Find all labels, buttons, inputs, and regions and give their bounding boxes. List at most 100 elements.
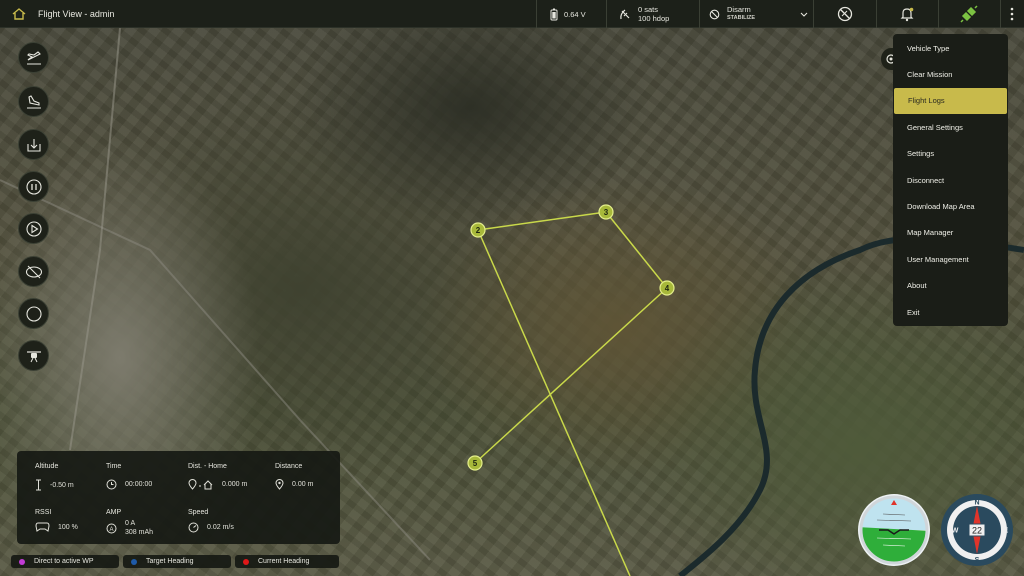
- drone-icon: [26, 350, 41, 362]
- speedometer-icon: [188, 522, 199, 533]
- waypoint-4[interactable]: 4: [659, 280, 675, 296]
- satellite-icon: [620, 9, 630, 19]
- legend-label: Target Heading: [146, 558, 194, 565]
- menu-item-about[interactable]: About: [893, 273, 1008, 299]
- time-value: 00:00:00: [125, 481, 153, 488]
- compass-north: N: [974, 500, 979, 507]
- start-mission-button[interactable]: [18, 213, 49, 244]
- amp-label: AMP: [106, 509, 122, 516]
- flight-mode: STABILIZE: [727, 15, 756, 21]
- altitude-icon: [36, 479, 41, 491]
- menu-item-exit[interactable]: Exit: [893, 299, 1008, 325]
- speed-value: 0.02 m/s: [207, 524, 234, 531]
- altitude-label: Altitude: [35, 463, 59, 470]
- airspace-button[interactable]: [813, 0, 876, 28]
- takeoff-button[interactable]: [18, 42, 49, 73]
- drone-control-button[interactable]: [18, 340, 49, 371]
- artificial-horizon-icon: [858, 494, 930, 566]
- home-button[interactable]: [0, 0, 38, 28]
- kebab-menu-icon: [1010, 7, 1014, 21]
- land-button[interactable]: [18, 86, 49, 117]
- mission-leg: [477, 229, 631, 576]
- dist-home-label: Dist. - Home: [188, 463, 227, 470]
- notifications-button[interactable]: [876, 0, 938, 28]
- menu-item-download-map-area[interactable]: Download Map Area: [893, 193, 1008, 219]
- pause-button[interactable]: [18, 171, 49, 202]
- legend-dot-blue: [131, 558, 137, 565]
- speed-label: Speed: [188, 509, 209, 516]
- dist-home-readout: 0.000 m: [188, 479, 247, 490]
- gps-sats: 0 sats: [638, 5, 659, 14]
- menu-item-clear-mission[interactable]: Clear Mission: [893, 61, 1008, 87]
- waypoint-5[interactable]: 5: [467, 455, 483, 471]
- distance-value: 0.00 m: [292, 481, 314, 488]
- battery-voltage: 0.64 V: [564, 9, 586, 19]
- menu-item-vehicle-type[interactable]: Vehicle Type: [893, 35, 1008, 61]
- menu-item-flight-logs[interactable]: Flight Logs: [894, 87, 1007, 115]
- chevron-down-icon: [800, 12, 808, 17]
- legend-label: Direct to active WP: [34, 558, 94, 565]
- connection-button[interactable]: [938, 0, 1000, 28]
- menu-item-user-management[interactable]: User Management: [893, 246, 1008, 272]
- more-menu-button[interactable]: [1000, 0, 1024, 28]
- rssi-label: RSSI: [35, 509, 52, 516]
- amp-current-value: 0 A: [125, 520, 136, 527]
- attitude-indicator: [857, 493, 931, 567]
- location-pin-icon: [275, 479, 284, 490]
- play-icon: [25, 220, 42, 237]
- rssi-value: 100 %: [58, 523, 78, 531]
- menu-item-map-manager[interactable]: Map Manager: [893, 220, 1008, 246]
- legend-current-heading: Current Heading: [235, 555, 339, 568]
- arm-state: Disarm: [727, 5, 751, 14]
- svg-text:5: 5: [473, 459, 478, 468]
- mission-leg: [605, 211, 668, 289]
- plug-connected-icon: [960, 5, 978, 23]
- menu-item-settings[interactable]: Settings: [893, 141, 1008, 167]
- menu-item-general-settings[interactable]: General Settings: [893, 114, 1008, 140]
- menu-item-disconnect[interactable]: Disconnect: [893, 167, 1008, 193]
- legend-dot-red: [243, 558, 249, 565]
- amp-capacity-value: 308 mAh: [125, 529, 154, 536]
- orbit-button[interactable]: [18, 298, 49, 329]
- time-label: Time: [106, 463, 122, 470]
- divider: [606, 0, 607, 28]
- amp-readout: A 0 A 308 mAh: [106, 519, 153, 537]
- compass-west: W: [952, 528, 959, 535]
- rtl-icon: [26, 138, 41, 152]
- compass-south: S: [975, 557, 980, 564]
- disarm-icon: [709, 9, 720, 19]
- pause-icon: [25, 178, 42, 195]
- legend-label: Current Heading: [258, 558, 310, 565]
- altitude-readout: -0.50 m: [35, 479, 74, 491]
- altitude-value: -0.50 m: [50, 481, 74, 489]
- compass-east: E: [1004, 528, 1009, 535]
- top-bar: Flight View - admin 0.64 V 0 sats 100 hd…: [0, 0, 1024, 28]
- mode-selector[interactable]: Disarm STABILIZE: [709, 0, 812, 28]
- divider: [699, 0, 700, 28]
- rssi-readout: 100 %: [35, 522, 78, 532]
- compass: 22 N S E W: [940, 493, 1014, 567]
- page-title: Flight View - admin: [38, 8, 115, 19]
- orbit-icon: [25, 305, 42, 322]
- clock-icon: [106, 479, 117, 490]
- location-home-icon: [188, 479, 213, 490]
- road: [69, 28, 121, 451]
- legend-dot-magenta: [19, 558, 25, 565]
- amp-values: 0 A 308 mAh: [125, 519, 153, 537]
- waypoint-2[interactable]: 2: [470, 222, 486, 238]
- heading-value: 22: [972, 526, 982, 536]
- mission-leg: [477, 211, 607, 231]
- land-icon: [26, 94, 41, 109]
- return-to-launch-button[interactable]: [18, 129, 49, 160]
- distance-label: Distance: [275, 463, 303, 470]
- legend-direct-wp: Direct to active WP: [11, 555, 119, 568]
- waypoint-3[interactable]: 3: [598, 204, 614, 220]
- distance-readout: 0.00 m: [275, 479, 313, 490]
- no-fly-zone-icon: [25, 265, 42, 278]
- bell-icon: [900, 7, 914, 22]
- geofence-button[interactable]: [18, 256, 49, 287]
- divider: [536, 0, 537, 28]
- legend-target-heading: Target Heading: [123, 555, 231, 568]
- no-fly-icon: [837, 6, 852, 22]
- battery-icon: [550, 8, 558, 20]
